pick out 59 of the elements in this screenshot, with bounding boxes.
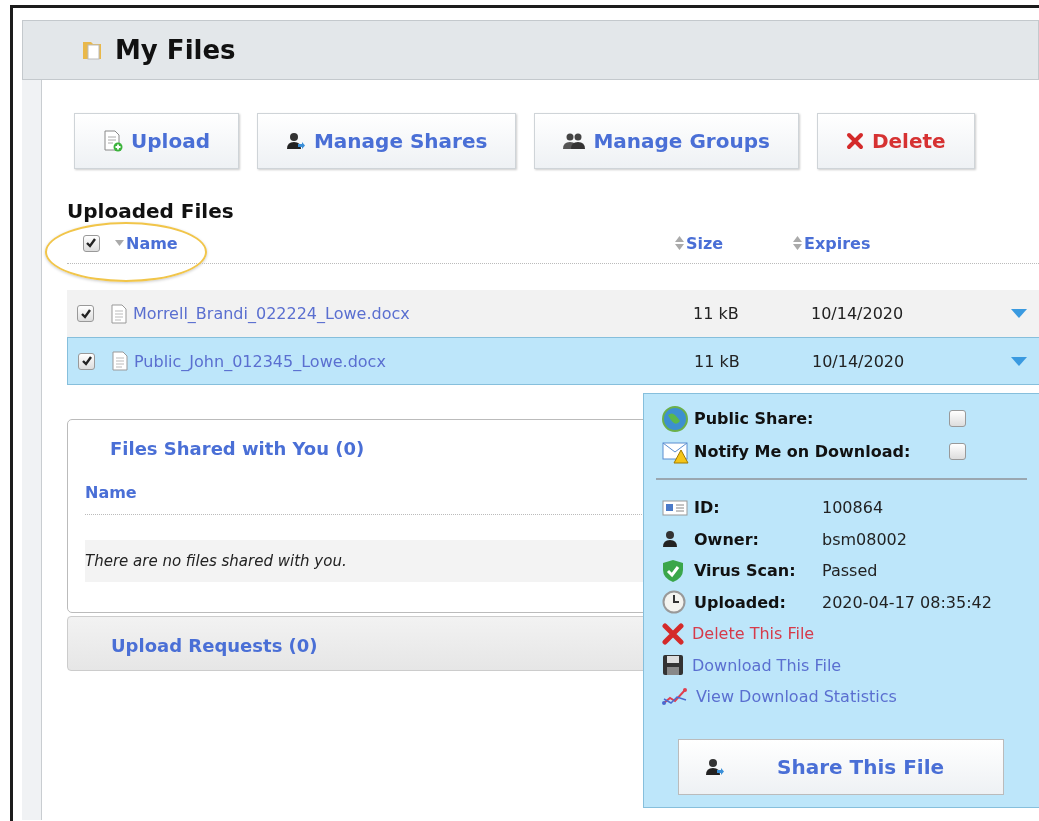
select-all-checkbox[interactable] [82,234,100,252]
folder-icon [81,39,103,61]
field-label: Uploaded: [694,592,787,612]
document-icon [112,351,128,371]
file-link[interactable]: Morrell_Brandi_022224_Lowe.docx [133,304,693,323]
action-link[interactable]: View Download Statistics [696,687,897,707]
page-title: My Files [115,35,236,65]
sort-icon [675,236,684,250]
file-link[interactable]: Public_John_012345_Lowe.docx [134,351,694,371]
user-share-icon [285,131,306,151]
checkbox[interactable] [77,305,94,322]
file-row[interactable]: Morrell_Brandi_022224_Lowe.docx 11 kB 10/14/2020 [67,290,1039,337]
x-icon [662,622,684,645]
share-button[interactable]: Share This File [678,738,1004,795]
groups-button[interactable]: Manage Groups [534,113,799,169]
size-cell-text: 11 kB [693,304,740,323]
panel-title[interactable]: Files Shared with You (0) [110,438,365,459]
checkbox[interactable] [78,352,95,370]
clock-icon [662,590,686,615]
empty-message: There are no files shared with you. [85,552,347,570]
action-link[interactable]: Download This File [692,655,842,675]
user-share-icon [705,756,725,777]
expires-cell-text: 10/14/2020 [811,304,905,323]
option-label: Notify Me on Download: [694,442,912,461]
line-graph-icon [662,686,688,707]
document-add-icon [103,130,123,152]
size-cell-text: 11 kB [694,351,741,371]
field-label: ID: [694,498,721,518]
action-link[interactable]: Delete This File [692,624,815,644]
column-header[interactable]: Name [126,233,178,253]
field-label: Virus Scan: [694,561,797,581]
dropdown-icon[interactable] [1011,309,1027,318]
sort-icon [793,236,802,250]
shield-check-icon [662,558,684,583]
checkbox[interactable] [949,410,966,427]
column-header[interactable]: Name [85,483,137,502]
globe-icon [662,405,688,432]
file-row[interactable]: Public_John_012345_Lowe.docx 11 kB 10/14/2020 [67,337,1039,385]
sort-down-icon [115,240,124,246]
field-value: 2020-04-17 08:35:42 [822,592,993,612]
column-header[interactable]: Size [686,233,724,253]
x-icon [845,132,864,150]
field-value: Passed [822,561,879,581]
group-icon [563,132,586,150]
checkbox[interactable] [949,443,966,460]
delete-button[interactable]: Delete [816,113,975,169]
upload-button[interactable]: Upload [74,113,239,169]
envelope-warning-icon [662,439,690,464]
option-label: Public Share: [694,409,815,428]
field-label: Owner: [694,529,760,549]
id-card-icon [662,498,688,517]
dropdown-icon[interactable] [1011,356,1027,366]
shares-button[interactable]: Manage Shares [256,113,517,169]
field-value: bsm08002 [822,529,908,549]
document-icon [111,303,127,324]
section-heading: Uploaded Files [67,199,235,223]
expires-cell-text: 10/14/2020 [812,351,906,371]
column-header[interactable]: Expires [804,233,871,253]
field-value: 100864 [822,498,885,518]
